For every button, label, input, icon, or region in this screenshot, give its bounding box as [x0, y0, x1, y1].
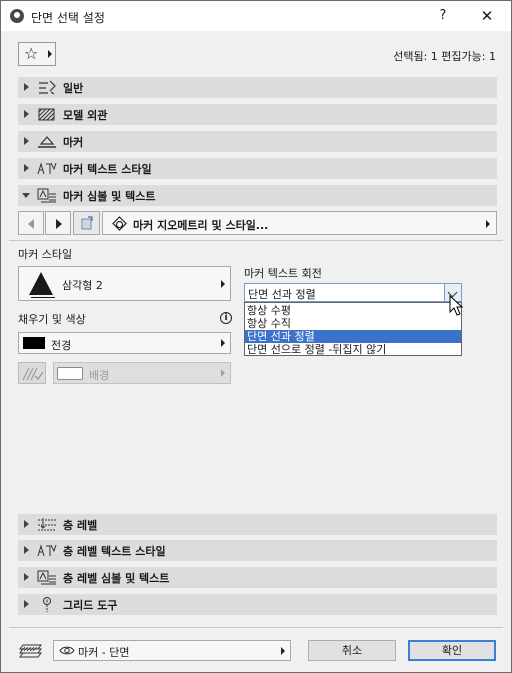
page-navigation-bar: 마커 지오메트리 및 스타일...	[18, 211, 497, 235]
background-label: 배경	[89, 369, 110, 382]
dropdown-option[interactable]: 항상 수평	[245, 304, 461, 317]
page-selector-popup[interactable]: 마커 지오메트리 및 스타일...	[102, 211, 497, 235]
panel-label: 층 레벨	[63, 519, 98, 532]
dropdown-option[interactable]: 단면 선으로 정렬 -뒤집지 않기	[245, 343, 461, 356]
general-settings-icon	[39, 80, 56, 95]
panel-label: 모델 외관	[63, 109, 108, 122]
marker-shape-label: 삼각형 2	[62, 279, 103, 292]
title-bar[interactable]: 단면 선택 설정 ? ✕	[1, 1, 511, 31]
settings-dialog: 단면 선택 설정 ? ✕ ☆ 선택됨: 1 편집가능: 1 일반 모델 외관 마…	[0, 0, 512, 673]
expand-arrow-icon	[24, 520, 29, 528]
marker-shape-button[interactable]: 삼각형 2	[18, 266, 231, 301]
panel-model-appearance[interactable]: 모델 외관	[18, 104, 497, 125]
foreground-pen-button[interactable]: 전경	[18, 332, 231, 354]
cancel-button[interactable]: 취소	[308, 640, 396, 661]
text-rotation-label: 마커 텍스트 회전	[244, 267, 322, 280]
background-toggle-button[interactable]	[18, 362, 46, 384]
marker-icon	[38, 136, 56, 148]
expand-arrow-icon	[24, 110, 29, 118]
panel-label: 마커 텍스트 스타일	[63, 163, 152, 176]
layers-icon	[19, 644, 42, 658]
expand-arrow-icon	[24, 83, 29, 91]
expand-arrow-icon	[24, 137, 29, 145]
panel-general[interactable]: 일반	[18, 77, 497, 98]
triangle-icon	[29, 272, 55, 298]
model-appearance-icon	[38, 108, 55, 121]
app-logo-icon	[10, 9, 24, 23]
expand-arrow-icon	[24, 546, 29, 554]
text-style-icon	[37, 162, 57, 175]
panel-label: 마커	[63, 136, 84, 149]
expand-arrow-icon	[24, 600, 29, 608]
layer-select[interactable]: 마커 - 단면	[53, 640, 291, 661]
eye-icon	[59, 646, 75, 655]
arrow-right-icon	[56, 219, 62, 229]
text-rotation-dropdown: 항상 수평 항상 수직 단면 선과 정렬 단면 선으로 정렬 -뒤집지 않기	[244, 302, 462, 356]
next-page-button[interactable]	[45, 211, 71, 235]
panel-label: 층 레벨 심볼 및 텍스트	[63, 572, 170, 585]
page-selector-label: 마커 지오메트리 및 스타일...	[133, 219, 269, 232]
mouse-cursor-icon	[449, 295, 464, 316]
selection-info: 선택됨: 1 편집가능: 1	[393, 50, 496, 63]
star-icon: ☆	[24, 44, 39, 63]
panel-label: 마커 심볼 및 텍스트	[63, 190, 156, 203]
collapse-arrow-icon	[22, 193, 30, 198]
panel-marker-symbol-text[interactable]: 마커 심볼 및 텍스트	[18, 185, 497, 206]
panel-story-level[interactable]: 층 레벨	[18, 514, 497, 535]
text-rotation-select[interactable]: 단면 선과 정렬	[244, 283, 462, 302]
fill-color-label: 채우기 및 색상	[18, 313, 86, 326]
symbol-text-icon	[37, 188, 56, 203]
divider	[9, 240, 503, 241]
marker-geometry-icon	[112, 216, 127, 231]
chevron-right-icon	[221, 369, 225, 377]
favorites-button[interactable]: ☆	[18, 42, 56, 66]
previous-page-button[interactable]	[18, 211, 44, 235]
close-button[interactable]: ✕	[475, 6, 499, 26]
panel-label: 층 레벨 텍스트 스타일	[63, 545, 166, 558]
foreground-color-swatch	[23, 337, 45, 349]
panel-label: 일반	[63, 82, 84, 95]
background-color-swatch	[57, 367, 83, 380]
panel-story-level-text-style[interactable]: 층 레벨 텍스트 스타일	[18, 540, 497, 561]
ok-button[interactable]: 확인	[408, 640, 496, 661]
text-rotation-value: 단면 선과 정렬	[248, 288, 316, 301]
chevron-right-icon	[221, 339, 225, 347]
chevron-right-icon	[48, 50, 52, 58]
window-title: 단면 선택 설정	[31, 11, 105, 25]
text-style-icon	[37, 544, 57, 557]
story-level-icon	[38, 518, 56, 531]
chevron-right-icon	[221, 280, 225, 288]
panel-marker-text-style[interactable]: 마커 텍스트 스타일	[18, 158, 497, 179]
dropdown-option[interactable]: 항상 수직	[245, 317, 461, 330]
marker-style-label: 마커 스타일	[18, 248, 73, 261]
dropdown-option-selected[interactable]: 단면 선과 정렬	[245, 330, 461, 343]
arrow-left-icon	[28, 219, 34, 229]
chevron-right-icon	[281, 647, 285, 655]
expand-arrow-icon	[24, 573, 29, 581]
layer-label: 마커 - 단면	[78, 646, 130, 659]
chevron-right-icon	[486, 220, 490, 228]
symbol-text-icon	[37, 570, 56, 585]
info-icon[interactable]: i	[220, 312, 232, 324]
panel-grid-tool[interactable]: 그리드 도구	[18, 594, 497, 615]
panel-marker[interactable]: 마커	[18, 131, 497, 152]
fill-pattern-icon	[22, 367, 44, 381]
panel-label: 그리드 도구	[63, 599, 118, 612]
panel-story-level-symbol-text[interactable]: 층 레벨 심볼 및 텍스트	[18, 567, 497, 588]
foreground-label: 전경	[51, 339, 72, 352]
page-list-button[interactable]	[73, 211, 100, 235]
page-list-icon	[81, 216, 93, 230]
background-pen-button[interactable]: 배경	[53, 362, 231, 384]
expand-arrow-icon	[24, 164, 29, 172]
grid-tool-icon	[43, 597, 51, 612]
divider	[9, 627, 503, 628]
help-button[interactable]: ?	[431, 6, 455, 26]
